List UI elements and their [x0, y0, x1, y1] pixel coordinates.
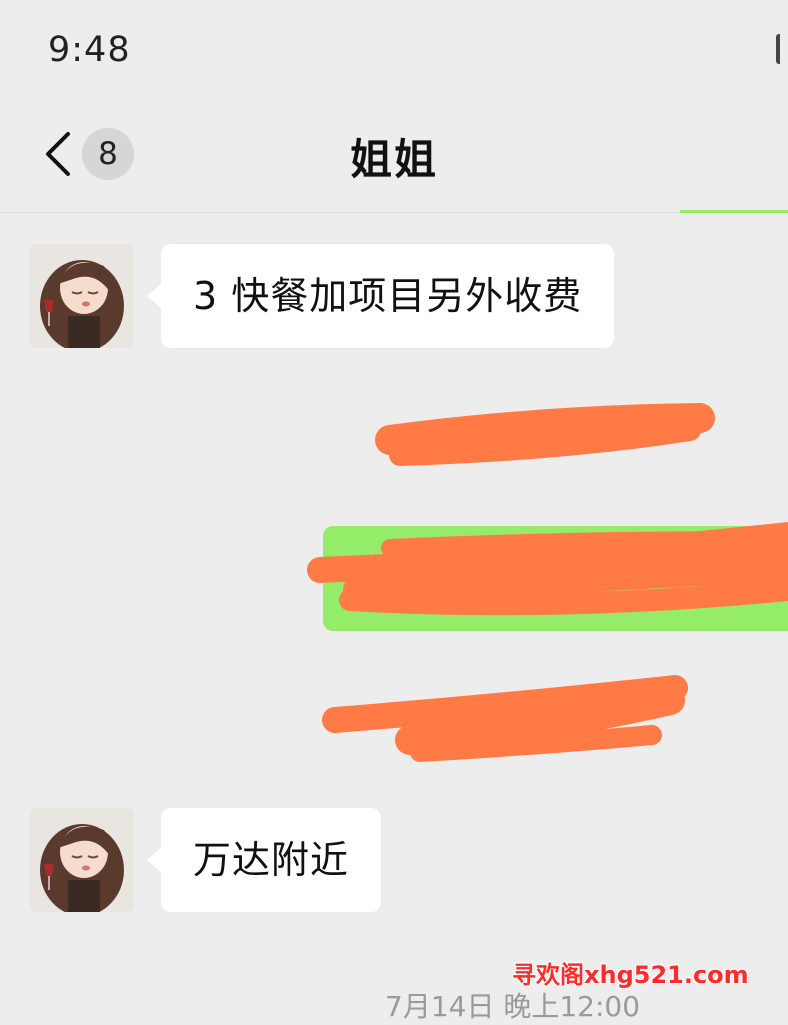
- chat-title: 姐姐: [349, 135, 438, 184]
- status-time: 9:48: [48, 30, 131, 70]
- battery-icon: [776, 34, 788, 64]
- message-timestamp: 7月14日 晚上12:00: [385, 990, 641, 1023]
- contact-avatar[interactable]: [30, 244, 134, 348]
- outgoing-message-bubble[interactable]: [323, 526, 788, 631]
- redaction-stroke: [395, 685, 685, 755]
- incoming-message-bubble[interactable]: 3 快餐加项目另外收费: [146, 244, 615, 348]
- incoming-message-bubble[interactable]: 万达附近: [146, 808, 382, 912]
- status-bar: 9:48: [0, 0, 788, 100]
- avatar-illustration: [30, 244, 134, 348]
- chat-header: 8 姐姐: [0, 100, 788, 213]
- watermark: 寻欢阁xhg521.com: [512, 961, 749, 989]
- redaction-stroke: [389, 419, 701, 466]
- redaction-stroke: [375, 403, 715, 455]
- avatar-illustration: [30, 808, 134, 912]
- header-accent-line: [680, 210, 788, 213]
- contact-avatar[interactable]: [30, 808, 134, 912]
- redaction-stroke: [410, 725, 662, 762]
- redaction-stroke: [322, 675, 688, 733]
- message-text: 3 快餐加项目另外收费: [193, 274, 583, 318]
- message-text: 万达附近: [193, 838, 350, 882]
